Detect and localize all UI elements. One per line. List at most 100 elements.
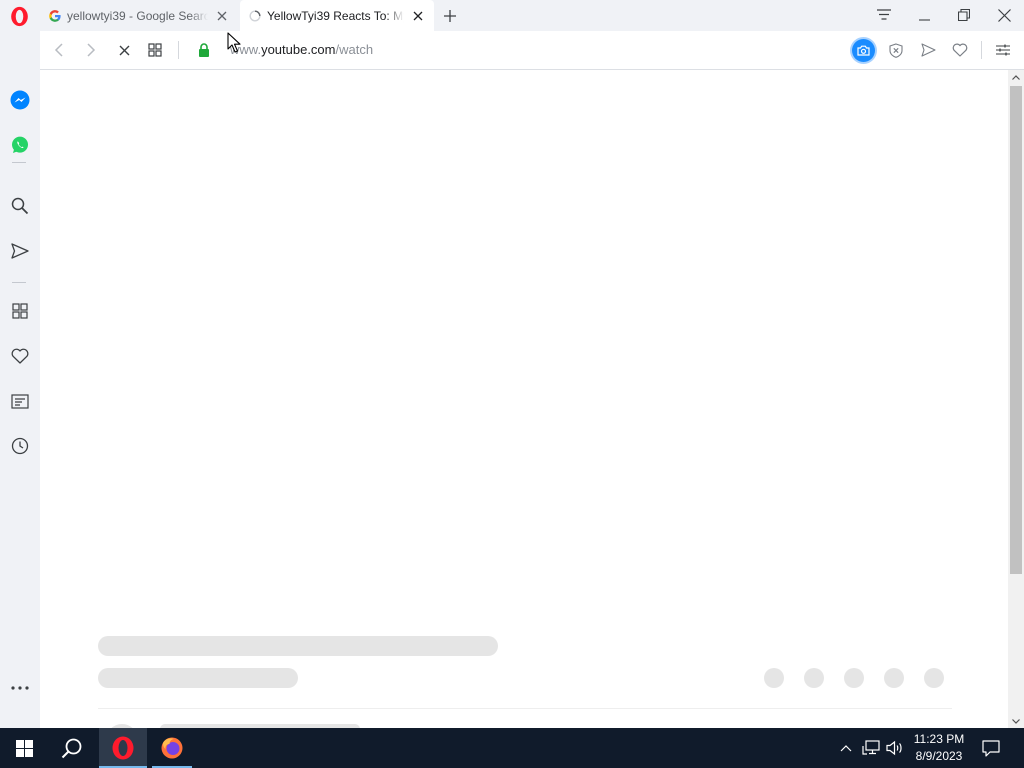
taskbar-clock[interactable]: 11:23 PM 8/9/2023 [906,731,972,765]
toolbar-divider [981,41,982,59]
address-bar-toolbar: www.youtube.com/watch [40,31,1024,70]
web-page-content [40,70,1008,728]
sidebar [0,31,40,728]
skeleton-meta-placeholder [98,668,298,688]
forward-button[interactable] [80,39,102,61]
content-divider [98,708,952,709]
minimize-button[interactable] [910,3,938,27]
speaker-icon [886,740,902,756]
taskbar-search-button[interactable] [48,728,96,768]
chevron-up-icon [1012,74,1020,80]
filter-menu-icon [877,9,891,20]
sidebar-history[interactable] [8,434,32,458]
plus-icon [444,10,456,22]
skeleton-action-placeholder [884,668,904,688]
tab-strip: yellowtyi39 - Google Search YellowTyi39 … [0,0,1024,31]
messenger-icon [10,90,30,110]
chevron-right-icon [87,43,96,57]
vertical-scrollbar[interactable] [1008,70,1024,728]
google-g-icon [49,9,61,22]
bookmark-button[interactable] [949,39,971,61]
history-icon [11,437,29,455]
sidebar-personal-news[interactable] [8,389,32,413]
sidebar-more[interactable] [8,676,32,700]
start-button[interactable] [0,728,48,768]
stop-loading-button[interactable] [113,39,135,61]
opera-menu-icon[interactable] [9,6,30,27]
tab-title: yellowtyi39 - Google Search [67,8,208,23]
send-icon [11,243,29,259]
chevron-down-icon [1012,718,1020,724]
heart-icon [952,43,968,57]
loading-spinner-icon [249,9,261,22]
speed-dial-icon [12,303,28,319]
sidebar-speed-dial[interactable] [8,299,32,323]
sidebar-divider [12,282,26,283]
screen: yellowtyi39 - Google Search YellowTyi39 … [0,0,1024,768]
scrollbar-thumb[interactable] [1010,86,1022,574]
shield-block-icon [889,42,903,58]
firefox-icon [161,737,183,759]
chevron-up-icon [840,744,852,751]
volume-button[interactable] [884,728,906,768]
restore-button[interactable] [950,3,978,27]
sidebar-messenger[interactable] [8,88,32,112]
site-security-button[interactable] [193,39,215,61]
search-icon [61,738,82,759]
notification-icon [982,739,1000,757]
sidebar-bookmarks[interactable] [8,344,32,368]
show-hidden-icons-button[interactable] [836,728,856,768]
speed-dial-button[interactable] [144,39,166,61]
taskbar-opera[interactable] [99,728,147,768]
tab-menu-button[interactable] [870,3,898,27]
toolbar-divider [178,41,179,59]
send-icon [920,43,936,57]
network-button[interactable] [860,728,882,768]
adblocker-button[interactable] [885,39,907,61]
minimize-icon [918,18,930,21]
url-field[interactable]: www.youtube.com/watch [230,42,373,57]
mouse-cursor-icon [227,32,241,53]
more-icon [11,686,29,690]
camera-icon [857,45,870,56]
taskbar-firefox[interactable] [148,728,196,768]
stop-icon [119,45,129,55]
sidebar-my-flow[interactable] [8,239,32,263]
close-tab-icon[interactable] [408,6,428,26]
windows-logo-icon [15,739,33,757]
lock-icon [199,43,209,57]
sidebar-search[interactable] [8,194,32,218]
send-to-flow-button[interactable] [917,39,939,61]
snapshot-button[interactable] [852,39,875,62]
scroll-down-button[interactable] [1008,714,1024,728]
chevron-left-icon [54,43,63,57]
tab-title: YellowTyi39 Reacts To: My Past [267,8,404,23]
close-tab-icon[interactable] [212,6,232,26]
skeleton-action-placeholder [924,668,944,688]
tab-youtube-video[interactable]: YellowTyi39 Reacts To: My Past [240,0,434,31]
skeleton-action-placeholder [804,668,824,688]
windows-taskbar: 11:23 PM 8/9/2023 [0,728,1024,768]
settings-sliders-icon [996,44,1010,56]
tab-google-search[interactable]: yellowtyi39 - Google Search [40,0,238,31]
search-icon [11,197,29,215]
close-icon [997,8,1011,22]
sidebar-whatsapp[interactable] [8,133,32,157]
clock-time: 11:23 PM [913,732,965,746]
scroll-up-button[interactable] [1008,70,1024,84]
heart-icon [11,348,29,364]
url-domain: youtube.com [261,42,336,57]
sidebar-divider [12,162,26,163]
whatsapp-icon [12,136,28,153]
easy-setup-button[interactable] [992,39,1014,61]
url-path: /watch [335,42,374,57]
opera-icon [112,736,134,760]
network-icon [862,740,880,755]
new-tab-button[interactable] [440,6,460,26]
close-window-button[interactable] [990,3,1018,27]
action-center-button[interactable] [978,728,1004,768]
skeleton-action-placeholder [844,668,864,688]
back-button[interactable] [48,39,70,61]
news-icon [11,393,29,409]
skeleton-action-placeholder [764,668,784,688]
